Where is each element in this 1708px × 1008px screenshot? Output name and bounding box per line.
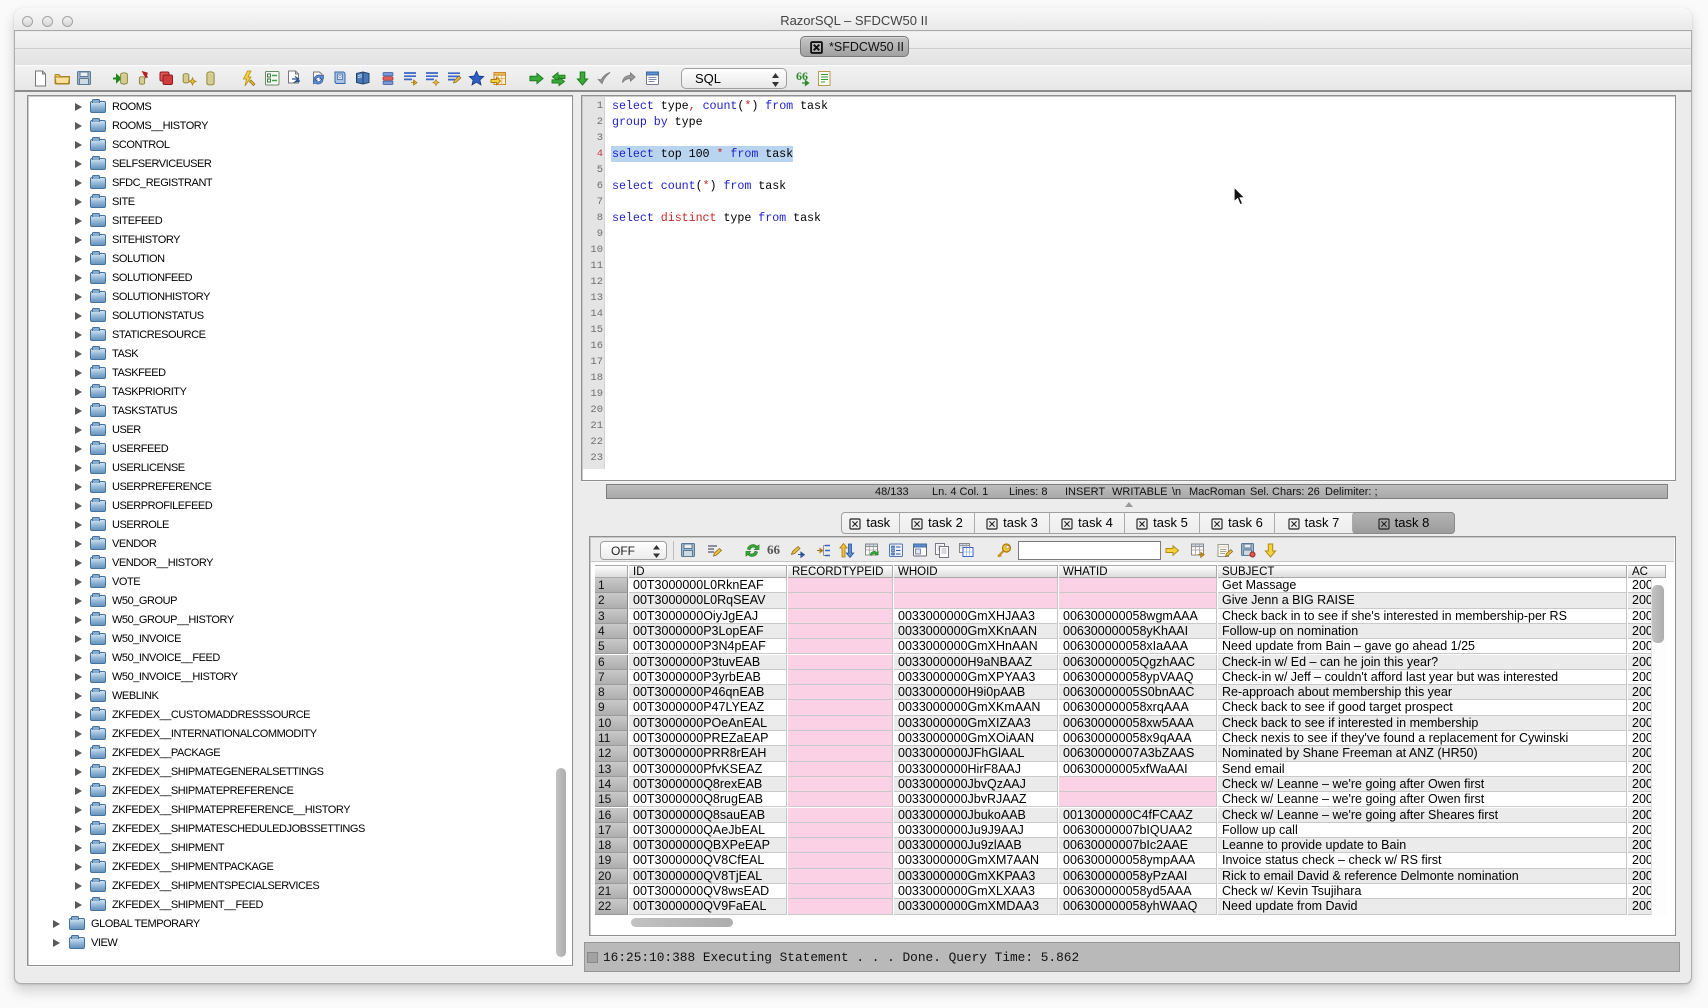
svg-text:66: 66	[767, 542, 781, 557]
